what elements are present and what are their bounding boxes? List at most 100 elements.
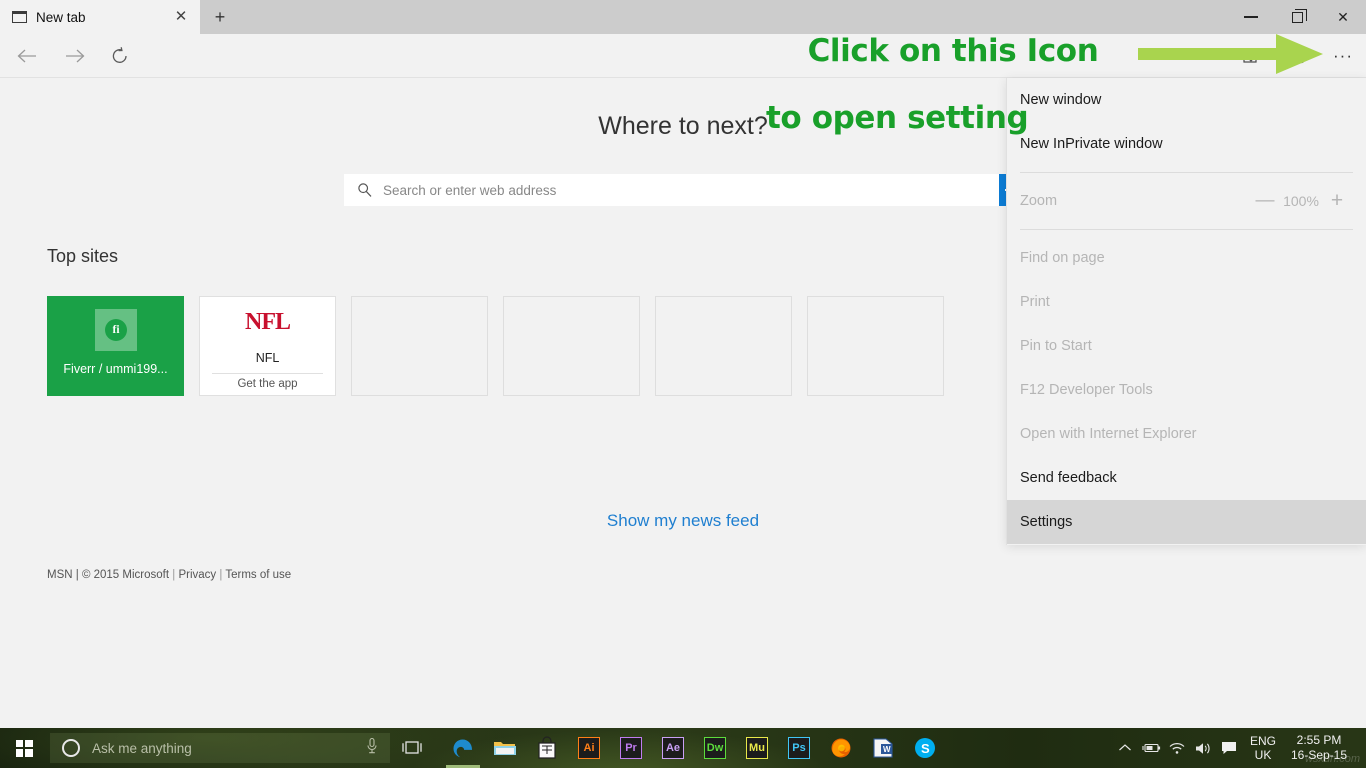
menu-item-pin-to-start: Pin to Start xyxy=(1007,324,1366,368)
taskbar-app-dreamweaver[interactable]: Dw xyxy=(702,735,728,761)
edge-icon xyxy=(451,736,475,760)
zoom-label: Zoom xyxy=(1020,193,1252,209)
top-site-tile-empty[interactable] xyxy=(655,296,792,396)
action-center-button[interactable] xyxy=(1216,728,1242,768)
menu-item-new-inprivate-window[interactable]: New InPrivate window xyxy=(1007,122,1366,166)
footer-msn: MSN | xyxy=(47,569,79,581)
browser-tab[interactable]: New tab ✕ xyxy=(0,0,200,34)
taskbar-app-edge[interactable] xyxy=(450,735,476,761)
get-the-app-link[interactable]: Get the app xyxy=(200,378,335,390)
browser-title-bar: New tab ✕ + ✕ xyxy=(0,0,1366,34)
after-effects-icon: Ae xyxy=(662,737,684,759)
menu-item-zoom: Zoom — 100% + xyxy=(1007,179,1366,223)
taskbar-app-file-explorer[interactable] xyxy=(492,735,518,761)
folder-icon xyxy=(493,738,517,758)
forward-arrow-icon xyxy=(64,47,86,65)
language-indicator[interactable]: ENG UK xyxy=(1242,734,1284,762)
menu-item-find-on-page: Find on page xyxy=(1007,236,1366,280)
show-hidden-icons-button[interactable] xyxy=(1112,728,1138,768)
footer-separator: | xyxy=(172,569,175,581)
browser-nav-bar: ··· xyxy=(0,34,1366,78)
task-view-button[interactable] xyxy=(390,728,434,768)
clock-date: 16-Sep-15 xyxy=(1284,748,1354,763)
top-site-tile-empty[interactable] xyxy=(351,296,488,396)
footer-privacy-link[interactable]: Privacy xyxy=(178,569,216,581)
window-minimize-button[interactable] xyxy=(1228,0,1274,34)
clock[interactable]: 2:55 PM 16-Sep-15 xyxy=(1284,733,1358,763)
footer-terms-link[interactable]: Terms of use xyxy=(225,569,291,581)
illustrator-icon: Ai xyxy=(578,737,600,759)
svg-text:W: W xyxy=(883,745,891,754)
edge-more-menu: New window New InPrivate window Zoom — 1… xyxy=(1006,78,1366,545)
svg-text:S: S xyxy=(921,741,930,756)
store-bag-icon xyxy=(536,736,558,760)
web-note-button[interactable] xyxy=(1228,34,1274,78)
network-button[interactable] xyxy=(1164,728,1190,768)
top-site-label: Fiverr / ummi199... xyxy=(47,362,184,376)
cortana-search-input[interactable]: Ask me anything xyxy=(50,733,390,763)
show-desktop-button[interactable] xyxy=(1358,728,1366,768)
menu-item-f12-developer-tools: F12 Developer Tools xyxy=(1007,368,1366,412)
clock-time: 2:55 PM xyxy=(1284,733,1354,748)
taskbar-app-after-effects[interactable]: Ae xyxy=(660,735,686,761)
zoom-out-button[interactable]: — xyxy=(1252,190,1278,212)
taskbar-app-word[interactable]: W xyxy=(870,735,896,761)
word-icon: W xyxy=(872,736,894,760)
start-button[interactable] xyxy=(0,728,48,768)
share-button[interactable] xyxy=(1274,34,1320,78)
menu-divider xyxy=(1020,172,1353,173)
menu-item-new-window[interactable]: New window xyxy=(1007,78,1366,122)
taskbar-app-store[interactable] xyxy=(534,735,560,761)
tab-close-icon[interactable]: ✕ xyxy=(172,8,190,26)
top-sites-grid: fi Fiverr / ummi199... NFL NFL Get the a… xyxy=(47,296,944,396)
cortana-circle-icon xyxy=(62,739,80,757)
microphone-icon[interactable] xyxy=(366,737,378,760)
top-site-tile-nfl[interactable]: NFL NFL Get the app xyxy=(199,296,336,396)
web-note-icon xyxy=(1241,46,1261,66)
taskbar-app-photoshop[interactable]: Ps xyxy=(786,735,812,761)
window-close-button[interactable]: ✕ xyxy=(1320,0,1366,34)
refresh-button[interactable] xyxy=(103,41,137,71)
menu-item-print: Print xyxy=(1007,280,1366,324)
dreamweaver-icon: Dw xyxy=(704,737,726,759)
reading-list-button[interactable] xyxy=(1182,34,1228,78)
window-controls: ✕ xyxy=(1228,0,1366,34)
language-line-1: ENG xyxy=(1242,734,1284,748)
search-icon xyxy=(357,182,373,198)
photoshop-icon: Ps xyxy=(788,737,810,759)
taskbar-app-illustrator[interactable]: Ai xyxy=(576,735,602,761)
battery-icon xyxy=(1141,741,1161,755)
forward-button[interactable] xyxy=(58,41,92,71)
taskbar-app-premiere-pro[interactable]: Pr xyxy=(618,735,644,761)
search-input[interactable]: Search or enter web address xyxy=(344,174,999,206)
cortana-placeholder: Ask me anything xyxy=(92,741,192,756)
premiere-pro-icon: Pr xyxy=(620,737,642,759)
menu-item-send-feedback[interactable]: Send feedback xyxy=(1007,456,1366,500)
nfl-logo-icon: NFL xyxy=(200,309,335,336)
taskbar-app-skype[interactable]: S xyxy=(912,735,938,761)
back-arrow-icon xyxy=(16,47,38,65)
footer-separator: | xyxy=(219,569,222,581)
volume-button[interactable] xyxy=(1190,728,1216,768)
zoom-in-button[interactable]: + xyxy=(1324,189,1350,213)
reading-list-icon xyxy=(1195,48,1215,64)
taskbar-app-firefox[interactable] xyxy=(828,735,854,761)
wifi-icon xyxy=(1168,741,1186,755)
menu-item-settings[interactable]: Settings xyxy=(1007,500,1366,544)
window-maximize-button[interactable] xyxy=(1274,0,1320,34)
battery-button[interactable] xyxy=(1138,728,1164,768)
action-center-icon xyxy=(1220,740,1238,756)
more-menu-button[interactable]: ··· xyxy=(1320,34,1366,78)
tab-title: New tab xyxy=(36,10,86,25)
top-site-tile-empty[interactable] xyxy=(503,296,640,396)
search-row: Search or enter web address xyxy=(344,174,1020,206)
firefox-icon xyxy=(829,736,853,760)
back-button[interactable] xyxy=(10,41,44,71)
top-site-tile-fiverr[interactable]: fi Fiverr / ummi199... xyxy=(47,296,184,396)
top-site-tile-empty[interactable] xyxy=(807,296,944,396)
taskbar-app-muse[interactable]: Mu xyxy=(744,735,770,761)
new-tab-button[interactable]: + xyxy=(200,0,240,34)
speaker-icon xyxy=(1193,741,1213,756)
task-view-icon xyxy=(400,740,424,756)
page-footer: MSN | © 2015 Microsoft | Privacy | Terms… xyxy=(47,569,291,581)
